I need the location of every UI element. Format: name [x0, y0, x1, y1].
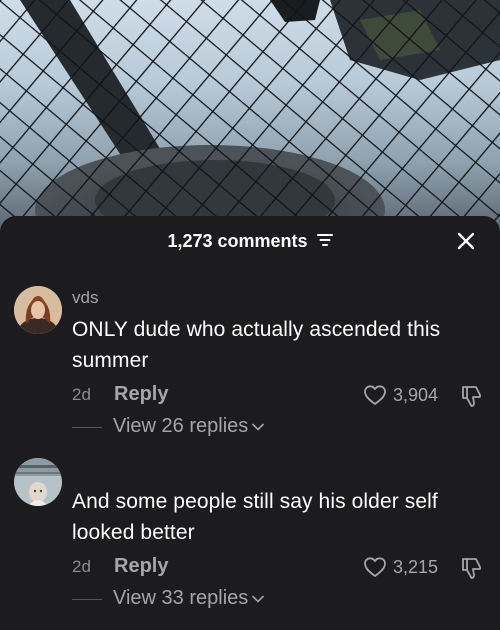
divider-line [72, 427, 102, 428]
comment-author[interactable]: vds [72, 288, 98, 308]
view-replies-label: View 33 replies [113, 587, 265, 610]
like-count: 3,904 [392, 385, 438, 405]
video-background[interactable] [0, 0, 500, 232]
heart-icon [363, 384, 387, 411]
comment-count-text: 1,273 comments [167, 230, 308, 251]
like-button[interactable]: 3,215 [364, 555, 438, 581]
comment-time: 2d [72, 385, 91, 404]
comment-time: 2d [72, 557, 91, 576]
close-icon[interactable] [456, 231, 476, 251]
chevron-down-icon [252, 595, 265, 603]
comments-sheet: 1,273 comments vds ONLY dude who actuall… [0, 216, 500, 630]
comment-text: And some people still say his older self… [72, 490, 438, 544]
comment-meta: 2d Reply 3,215 [72, 555, 492, 581]
avatar[interactable] [14, 458, 62, 506]
dislike-icon[interactable] [460, 384, 482, 413]
comment-item: And some people still say his older self… [0, 456, 500, 616]
reply-button[interactable]: Reply [114, 555, 168, 578]
divider-line [72, 599, 102, 600]
view-replies-label: View 26 replies [113, 415, 265, 438]
comment-meta: 2d Reply 3,904 [72, 383, 492, 409]
chevron-down-icon [252, 423, 265, 431]
heart-icon [363, 556, 387, 583]
like-button[interactable]: 3,904 [364, 383, 438, 409]
reply-button[interactable]: Reply [114, 383, 168, 406]
comment-text: ONLY dude who actually ascended this sum… [72, 318, 441, 372]
video-frame [0, 0, 500, 232]
dislike-icon[interactable] [460, 556, 482, 585]
avatar[interactable] [14, 286, 62, 334]
comments-header: 1,273 comments [0, 216, 500, 266]
comment-count[interactable]: 1,273 comments [0, 230, 500, 252]
like-count: 3,215 [392, 557, 438, 577]
comment-item: vds ONLY dude who actually ascended this… [0, 282, 500, 442]
sort-icon[interactable] [316, 231, 333, 252]
